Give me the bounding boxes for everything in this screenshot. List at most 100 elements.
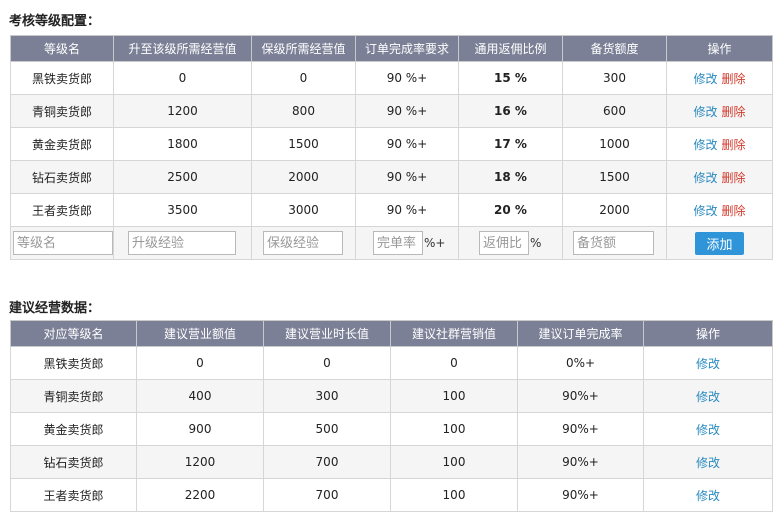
col-header-hours: 建议营业时长值 [263, 320, 391, 347]
upgrade-exp-input[interactable] [128, 231, 236, 255]
col-header-community: 建议社群营销值 [390, 320, 518, 347]
stock-cell: 2000 [562, 193, 667, 227]
rebate-suffix: % [530, 236, 542, 250]
community-cell: 100 [390, 445, 518, 479]
table-row: 王者卖货郎 2200 700 100 90%+ 修改 [10, 478, 773, 512]
keep-value-cell: 1500 [251, 127, 356, 161]
table-header-row: 等级名 升至该级所需经营值 保级所需经营值 订单完成率要求 通用返佣比例 备货额… [10, 35, 773, 62]
grade-name-cell: 王者卖货郎 [10, 193, 114, 227]
revenue-cell: 0 [136, 346, 264, 380]
completion-cell: 90%+ [517, 379, 644, 413]
upgrade-value-cell: 1200 [113, 94, 252, 128]
grade-name-input[interactable] [13, 231, 113, 255]
add-grade-row: %+ % 添加 [10, 226, 773, 260]
delete-link[interactable]: 删除 [722, 171, 746, 185]
completion-cell: 90 %+ [355, 94, 459, 128]
grade-config-title: 考核等级配置： [9, 14, 101, 29]
table-row: 青铜卖货郎 400 300 100 90%+ 修改 [10, 379, 773, 413]
hours-cell: 0 [263, 346, 391, 380]
grade-name-cell: 黑铁卖货郎 [10, 61, 114, 95]
hours-cell: 300 [263, 379, 391, 413]
actions-cell: 修改 删除 [666, 127, 773, 161]
col-header-actions: 操作 [666, 35, 773, 62]
table-row: 青铜卖货郎 1200 800 90 %+ 16 % 600 修改 删除 [10, 94, 773, 128]
add-button-cell: 添加 [666, 226, 773, 260]
edit-link[interactable]: 修改 [696, 456, 720, 470]
keep-value-cell: 0 [251, 61, 356, 95]
stock-input-cell [562, 226, 667, 260]
upgrade-value-cell: 3500 [113, 193, 252, 227]
rebate-ratio-input[interactable] [479, 231, 529, 255]
grade-name-cell: 钻石卖货郎 [10, 445, 137, 479]
col-header-completion: 建议订单完成率 [517, 320, 644, 347]
rebate-cell: 20 % [458, 193, 563, 227]
actions-cell: 修改 [643, 379, 773, 413]
actions-cell: 修改 [643, 445, 773, 479]
col-header-completion: 订单完成率要求 [355, 35, 459, 62]
grade-name-cell: 青铜卖货郎 [10, 379, 137, 413]
col-header-upgrade-value: 升至该级所需经营值 [113, 35, 252, 62]
completion-cell: 90 %+ [355, 61, 459, 95]
rebate-cell: 18 % [458, 160, 563, 194]
community-cell: 0 [390, 346, 518, 380]
table-row: 黑铁卖货郎 0 0 90 %+ 15 % 300 修改 删除 [10, 61, 773, 95]
stock-amount-input[interactable] [573, 231, 654, 255]
rebate-cell: 15 % [458, 61, 563, 95]
grade-name-input-cell [10, 226, 114, 260]
grade-config-table: 等级名 升至该级所需经营值 保级所需经营值 订单完成率要求 通用返佣比例 备货额… [10, 35, 773, 260]
delete-link[interactable]: 删除 [722, 204, 746, 218]
revenue-cell: 2200 [136, 478, 264, 512]
completion-suffix: %+ [424, 236, 446, 250]
grade-name-cell: 黄金卖货郎 [10, 127, 114, 161]
edit-link[interactable]: 修改 [696, 423, 720, 437]
rebate-cell: 17 % [458, 127, 563, 161]
delete-link[interactable]: 删除 [722, 72, 746, 86]
edit-link[interactable]: 修改 [693, 204, 717, 218]
col-header-rebate: 通用返佣比例 [458, 35, 563, 62]
completion-cell: 90%+ [517, 478, 644, 512]
community-cell: 100 [390, 478, 518, 512]
stock-cell: 1000 [562, 127, 667, 161]
grade-name-cell: 钻石卖货郎 [10, 160, 114, 194]
keep-input-cell [251, 226, 356, 260]
table-row: 钻石卖货郎 2500 2000 90 %+ 18 % 1500 修改 删除 [10, 160, 773, 194]
delete-link[interactable]: 删除 [722, 138, 746, 152]
edit-link[interactable]: 修改 [696, 390, 720, 404]
community-cell: 100 [390, 379, 518, 413]
table-row: 黄金卖货郎 900 500 100 90%+ 修改 [10, 412, 773, 446]
actions-cell: 修改 [643, 478, 773, 512]
edit-link[interactable]: 修改 [693, 171, 717, 185]
delete-link[interactable]: 删除 [722, 105, 746, 119]
col-header-stock: 备货额度 [562, 35, 667, 62]
edit-link[interactable]: 修改 [693, 138, 717, 152]
edit-link[interactable]: 修改 [696, 489, 720, 503]
completion-rate-input[interactable] [373, 231, 423, 255]
col-header-grade-name: 对应等级名 [10, 320, 137, 347]
upgrade-value-cell: 1800 [113, 127, 252, 161]
add-button[interactable]: 添加 [695, 231, 744, 255]
keep-exp-input[interactable] [263, 231, 343, 255]
upgrade-input-cell [113, 226, 252, 260]
stock-cell: 1500 [562, 160, 667, 194]
suggested-ops-table: 对应等级名 建议营业额值 建议营业时长值 建议社群营销值 建议订单完成率 操作 … [10, 320, 773, 512]
grade-name-cell: 青铜卖货郎 [10, 94, 114, 128]
hours-cell: 700 [263, 478, 391, 512]
revenue-cell: 900 [136, 412, 264, 446]
edit-link[interactable]: 修改 [693, 105, 717, 119]
completion-cell: 90 %+ [355, 127, 459, 161]
revenue-cell: 400 [136, 379, 264, 413]
rebate-cell: 16 % [458, 94, 563, 128]
actions-cell: 修改 [643, 346, 773, 380]
table-row: 黑铁卖货郎 0 0 0 0%+ 修改 [10, 346, 773, 380]
completion-cell: 90 %+ [355, 160, 459, 194]
table-header-row: 对应等级名 建议营业额值 建议营业时长值 建议社群营销值 建议订单完成率 操作 [10, 320, 773, 347]
hours-cell: 500 [263, 412, 391, 446]
keep-value-cell: 2000 [251, 160, 356, 194]
grade-name-cell: 黑铁卖货郎 [10, 346, 137, 380]
edit-link[interactable]: 修改 [696, 357, 720, 371]
col-header-grade-name: 等级名 [10, 35, 114, 62]
completion-cell: 90 %+ [355, 193, 459, 227]
rebate-input-cell: % [458, 226, 563, 260]
edit-link[interactable]: 修改 [693, 72, 717, 86]
completion-input-cell: %+ [355, 226, 459, 260]
